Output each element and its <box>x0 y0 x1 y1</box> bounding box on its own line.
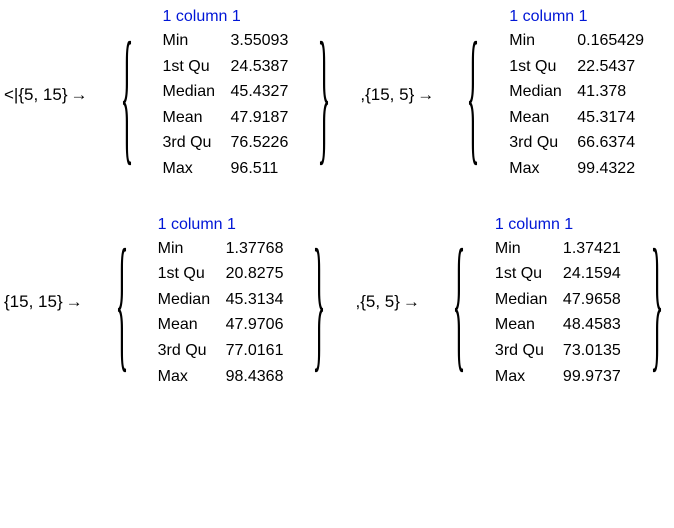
stat-label: 1st Qu <box>158 261 226 287</box>
stat-label: Mean <box>163 105 231 131</box>
stat-label: Min <box>158 236 226 262</box>
arrow-icon: → <box>68 85 91 105</box>
stat-label: Median <box>163 79 231 105</box>
stat-value: 41.378 <box>577 79 626 105</box>
stat-value: 48.4583 <box>563 312 621 338</box>
stat-label: Median <box>509 79 577 105</box>
stat-value: 96.511 <box>231 156 279 182</box>
stat-label: Max <box>495 364 563 390</box>
stat-value: 45.3174 <box>577 105 635 131</box>
stat-value: 76.5226 <box>231 130 289 156</box>
stats-table: 1 column 1 Min1.37421 1st Qu24.1594 Medi… <box>495 216 621 390</box>
stats-table: 1 column 1 Min1.37768 1st Qu20.8275 Medi… <box>158 216 284 390</box>
stat-value: 66.6374 <box>577 130 635 156</box>
stat-label: 1st Qu <box>495 261 563 287</box>
stat-label: 3rd Qu <box>495 338 563 364</box>
stat-value: 1.37768 <box>226 236 284 262</box>
stat-label: Min <box>495 236 563 262</box>
table-header: 1 column 1 <box>509 8 644 26</box>
entry-key: {15, 15} <box>4 292 63 312</box>
stat-value: 1.37421 <box>563 236 621 262</box>
stat-value: 98.4368 <box>226 364 284 390</box>
stat-label: Mean <box>509 105 577 131</box>
entry-3: {5, 5} → { 1 column 1 Min1.37421 1st Qu2… <box>360 216 674 390</box>
entry-0: {5, 15} → { 1 column 1 Min3.55093 1st Qu… <box>18 8 360 182</box>
stat-label: Median <box>495 287 563 313</box>
stat-label: Mean <box>495 312 563 338</box>
stat-label: Median <box>158 287 226 313</box>
output-row-2: {15, 15} → { 1 column 1 Min1.37768 1st Q… <box>4 216 670 390</box>
table-header: 1 column 1 <box>495 216 621 234</box>
stat-label: Min <box>163 28 231 54</box>
stat-value: 20.8275 <box>226 261 284 287</box>
stat-value: 3.55093 <box>231 28 289 54</box>
stat-value: 22.5437 <box>577 54 635 80</box>
stat-label: Max <box>158 364 226 390</box>
stat-value: 24.1594 <box>563 261 621 287</box>
stat-value: 99.4322 <box>577 156 635 182</box>
stat-value: 0.165429 <box>577 28 644 54</box>
entry-1: {15, 5} → { 1 column 1 Min0.165429 1st Q… <box>365 8 674 182</box>
stat-value: 47.9187 <box>231 105 289 131</box>
entry-key: {15, 5} <box>365 85 414 105</box>
entry-key: {5, 5} <box>360 292 400 312</box>
stat-value: 45.4327 <box>231 79 289 105</box>
stat-value: 73.0135 <box>563 338 621 364</box>
stat-value: 47.9658 <box>563 287 621 313</box>
stat-label: 3rd Qu <box>163 130 231 156</box>
stat-label: Mean <box>158 312 226 338</box>
stat-label: 3rd Qu <box>158 338 226 364</box>
stat-label: Max <box>509 156 577 182</box>
stat-value: 24.5387 <box>231 54 289 80</box>
stats-table: 1 column 1 Min0.165429 1st Qu22.5437 Med… <box>509 8 644 182</box>
stat-label: 1st Qu <box>163 54 231 80</box>
stat-label: 1st Qu <box>509 54 577 80</box>
table-header: 1 column 1 <box>163 8 289 26</box>
entry-key: {5, 15} <box>18 85 67 105</box>
stat-label: Max <box>163 156 231 182</box>
stat-value: 47.9706 <box>226 312 284 338</box>
table-header: 1 column 1 <box>158 216 284 234</box>
stat-value: 77.0161 <box>226 338 284 364</box>
output-row-1: <| {5, 15} → { 1 column 1 Min3.55093 1st… <box>4 8 670 182</box>
stats-table: 1 column 1 Min3.55093 1st Qu24.5387 Medi… <box>163 8 289 182</box>
arrow-icon: → <box>414 85 437 105</box>
entry-2: {15, 15} → { 1 column 1 Min1.37768 1st Q… <box>4 216 355 390</box>
stat-label: Min <box>509 28 577 54</box>
arrow-icon: → <box>63 292 86 312</box>
stat-value: 45.3134 <box>226 287 284 313</box>
stat-label: 3rd Qu <box>509 130 577 156</box>
arrow-icon: → <box>400 292 423 312</box>
stat-value: 99.9737 <box>563 364 621 390</box>
open-delimiter: <| <box>4 85 18 105</box>
